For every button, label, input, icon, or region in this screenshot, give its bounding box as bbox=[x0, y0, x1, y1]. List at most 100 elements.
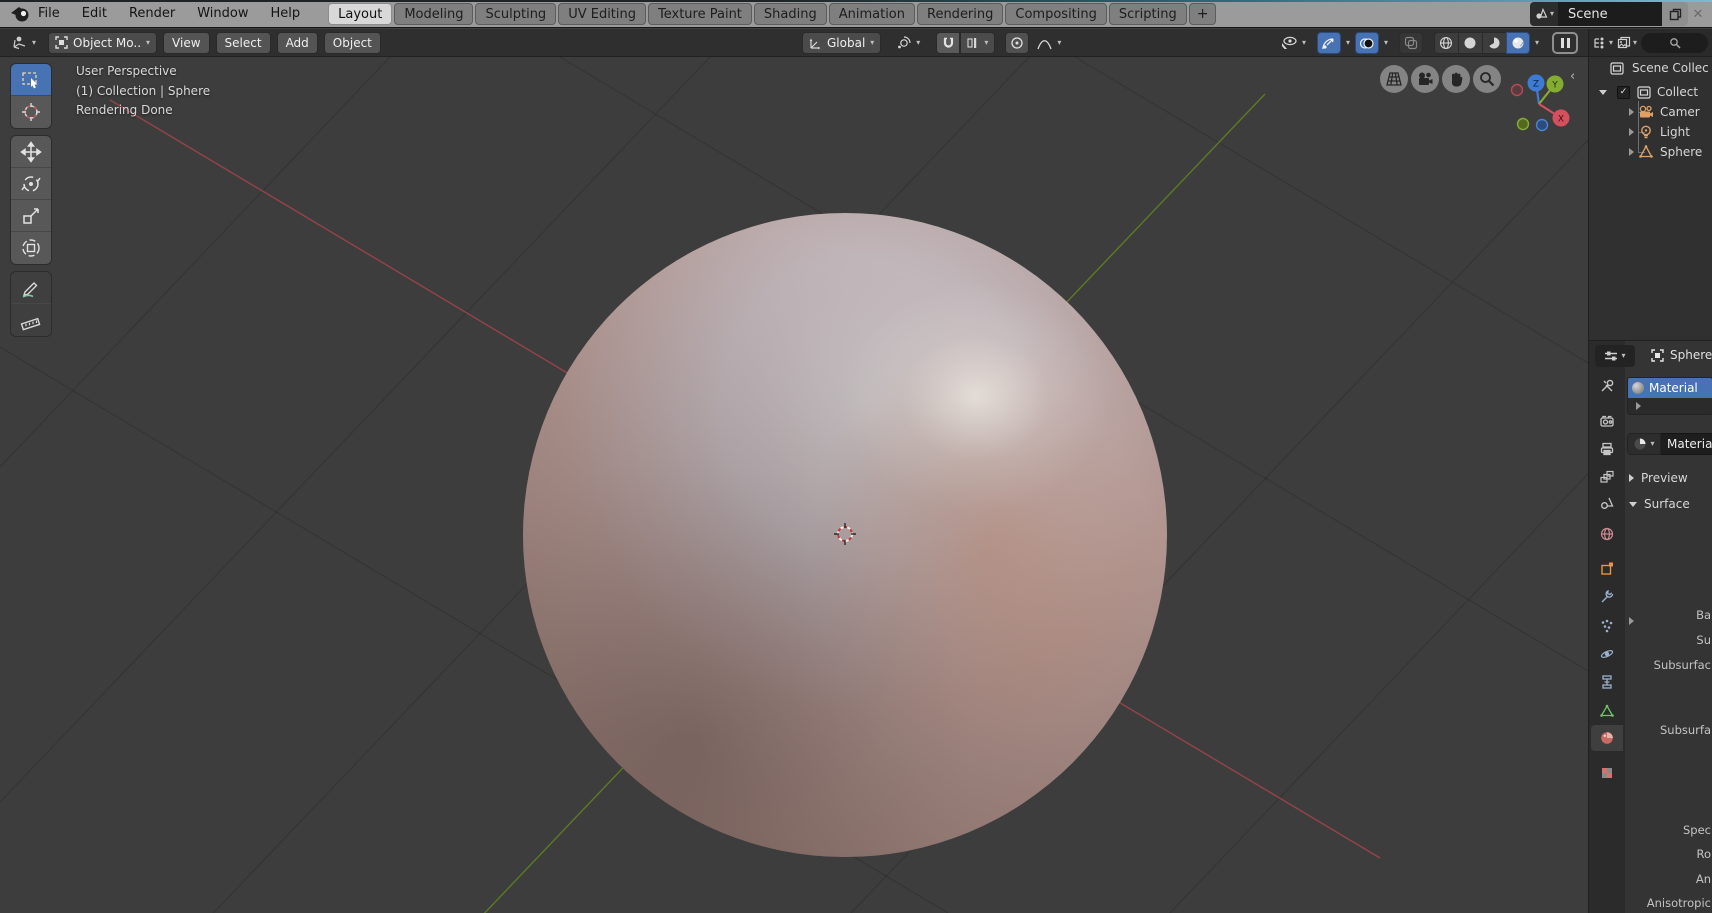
collection-checkbox[interactable]: ✓ bbox=[1617, 86, 1630, 99]
tab-tool[interactable] bbox=[1591, 373, 1623, 399]
tab-world[interactable] bbox=[1591, 521, 1623, 547]
outliner-display-mode-button[interactable]: ▾ bbox=[1617, 36, 1637, 50]
tab-texture-paint[interactable]: Texture Paint bbox=[648, 3, 752, 25]
move-view-button[interactable] bbox=[1442, 65, 1470, 93]
shading-solid-button[interactable] bbox=[1458, 32, 1482, 54]
outliner-search-input[interactable] bbox=[1641, 33, 1708, 53]
browse-material-button[interactable]: ▾ bbox=[1627, 433, 1661, 455]
outliner-row-scene-collection[interactable]: Scene Collec bbox=[1589, 58, 1712, 78]
outliner-editor-type-button[interactable]: ▾ bbox=[1593, 36, 1613, 50]
tab-scene[interactable] bbox=[1591, 490, 1623, 516]
gizmos-toggle[interactable] bbox=[1317, 32, 1341, 54]
transform-orientation-dropdown[interactable]: Global ▾ bbox=[802, 32, 881, 54]
perspective-toggle-button[interactable] bbox=[1380, 65, 1408, 93]
tab-layout[interactable]: Layout bbox=[328, 3, 392, 25]
material-slot-expander[interactable] bbox=[1628, 398, 1712, 414]
menu-add[interactable]: Add bbox=[277, 32, 318, 54]
tab-uv-editing[interactable]: UV Editing bbox=[558, 3, 646, 25]
measure-tool-button[interactable] bbox=[11, 304, 51, 336]
zoom-view-button[interactable] bbox=[1473, 65, 1501, 93]
tab-animation[interactable]: Animation bbox=[829, 3, 915, 25]
xray-toggle[interactable] bbox=[1399, 32, 1423, 54]
pause-render-button[interactable] bbox=[1552, 32, 1578, 54]
menu-select[interactable]: Select bbox=[216, 32, 271, 54]
outliner-row-sphere[interactable]: Sphere bbox=[1589, 142, 1712, 162]
menu-view[interactable]: View bbox=[163, 32, 209, 54]
tab-physics[interactable] bbox=[1591, 641, 1623, 667]
tab-modeling[interactable]: Modeling bbox=[394, 3, 473, 25]
rotate-tool-button[interactable] bbox=[11, 168, 51, 200]
viewport-3d[interactable]: User Perspective (1) Collection | Sphere… bbox=[0, 57, 1588, 913]
tab-scripting[interactable]: Scripting bbox=[1109, 3, 1187, 25]
shading-wireframe-button[interactable] bbox=[1434, 32, 1458, 54]
tab-shading[interactable]: Shading bbox=[754, 3, 827, 25]
outliner-row-light[interactable]: Light bbox=[1589, 122, 1712, 142]
tab-modifiers[interactable] bbox=[1591, 584, 1623, 610]
transform-tool-button[interactable] bbox=[11, 232, 51, 264]
expand-arrow-icon[interactable] bbox=[1629, 148, 1634, 156]
sphere-object[interactable] bbox=[523, 213, 1170, 857]
outliner-row-collection[interactable]: ✓ Collect bbox=[1589, 82, 1712, 102]
expand-arrow-icon[interactable] bbox=[1599, 90, 1607, 95]
mode-selector[interactable]: Object Mo.. ▾ bbox=[48, 32, 157, 54]
menu-help[interactable]: Help bbox=[271, 6, 301, 21]
tab-render[interactable] bbox=[1591, 408, 1623, 434]
expand-arrow-icon[interactable] bbox=[1629, 128, 1634, 136]
move-tool-button[interactable] bbox=[11, 136, 51, 168]
overlays-toggle[interactable] bbox=[1355, 32, 1379, 54]
scene-browse-button[interactable]: ▾ bbox=[1530, 2, 1558, 26]
editor-type-button[interactable]: ▾ bbox=[6, 32, 42, 54]
scale-tool-button[interactable] bbox=[11, 200, 51, 232]
region-collapse-arrow[interactable]: ‹ bbox=[1570, 69, 1575, 84]
properties-editor-type-button[interactable]: ▾ bbox=[1595, 345, 1635, 367]
panel-preview[interactable]: Preview bbox=[1629, 471, 1688, 485]
tab-object[interactable] bbox=[1591, 556, 1623, 582]
outliner-row-camera[interactable]: Camer bbox=[1589, 102, 1712, 122]
new-scene-button[interactable] bbox=[1662, 2, 1688, 26]
gizmos-dropdown[interactable]: ▾ bbox=[1346, 39, 1350, 47]
menu-window[interactable]: Window bbox=[197, 6, 248, 21]
breadcrumb-object-label[interactable]: Sphere bbox=[1670, 348, 1712, 362]
axis-neg-x-ball[interactable] bbox=[1512, 85, 1523, 96]
blender-logo-icon[interactable] bbox=[10, 4, 30, 24]
shading-dropdown[interactable]: ▾ bbox=[1535, 39, 1539, 47]
object-visibility-dropdown[interactable]: ▾ bbox=[1275, 32, 1312, 54]
scene-name-field[interactable]: Scene bbox=[1558, 2, 1662, 26]
panel-surface[interactable]: Surface bbox=[1629, 497, 1690, 511]
base-color-expand-icon[interactable] bbox=[1629, 617, 1634, 625]
menu-edit[interactable]: Edit bbox=[82, 6, 107, 21]
pivot-point-dropdown[interactable]: ▾ bbox=[891, 32, 926, 54]
axis-navigation-gizmo[interactable]: Z Y X bbox=[1505, 67, 1575, 137]
tab-texture[interactable] bbox=[1591, 760, 1623, 786]
unlink-scene-button[interactable]: ✕ bbox=[1688, 2, 1708, 26]
axis-neg-y-ball[interactable] bbox=[1518, 119, 1529, 130]
annotate-tool-button[interactable] bbox=[11, 272, 51, 304]
snap-with-dropdown[interactable]: ▾ bbox=[960, 32, 995, 54]
cursor-tool-button[interactable] bbox=[11, 96, 51, 128]
material-name-field[interactable]: Material bbox=[1661, 433, 1712, 455]
tab-view-layer[interactable] bbox=[1591, 464, 1623, 490]
shading-material-button[interactable] bbox=[1482, 32, 1506, 54]
shading-rendered-button[interactable] bbox=[1506, 32, 1530, 54]
select-box-tool-button[interactable] bbox=[11, 64, 51, 96]
snap-toggle[interactable] bbox=[936, 32, 960, 54]
menu-render[interactable]: Render bbox=[129, 6, 175, 21]
tab-object-data[interactable] bbox=[1591, 698, 1623, 724]
material-slot-selected[interactable]: Material bbox=[1628, 378, 1712, 398]
tab-constraints[interactable] bbox=[1591, 669, 1623, 695]
proportional-editing-toggle[interactable] bbox=[1005, 32, 1029, 54]
tab-rendering[interactable]: Rendering bbox=[917, 3, 1003, 25]
menu-object[interactable]: Object bbox=[324, 32, 381, 54]
axis-neg-z-ball[interactable] bbox=[1537, 120, 1548, 131]
camera-view-button[interactable] bbox=[1411, 65, 1439, 93]
expand-arrow-icon[interactable] bbox=[1629, 108, 1634, 116]
overlays-dropdown[interactable]: ▾ bbox=[1384, 39, 1388, 47]
tab-sculpting[interactable]: Sculpting bbox=[475, 3, 556, 25]
tab-material[interactable] bbox=[1591, 725, 1623, 751]
add-workspace-button[interactable]: + bbox=[1189, 3, 1217, 25]
tab-compositing[interactable]: Compositing bbox=[1005, 3, 1107, 25]
menu-file[interactable]: File bbox=[38, 6, 60, 21]
tab-output[interactable] bbox=[1591, 436, 1623, 462]
proportional-falloff-dropdown[interactable]: ▾ bbox=[1031, 32, 1067, 54]
tab-particles[interactable] bbox=[1591, 613, 1623, 639]
